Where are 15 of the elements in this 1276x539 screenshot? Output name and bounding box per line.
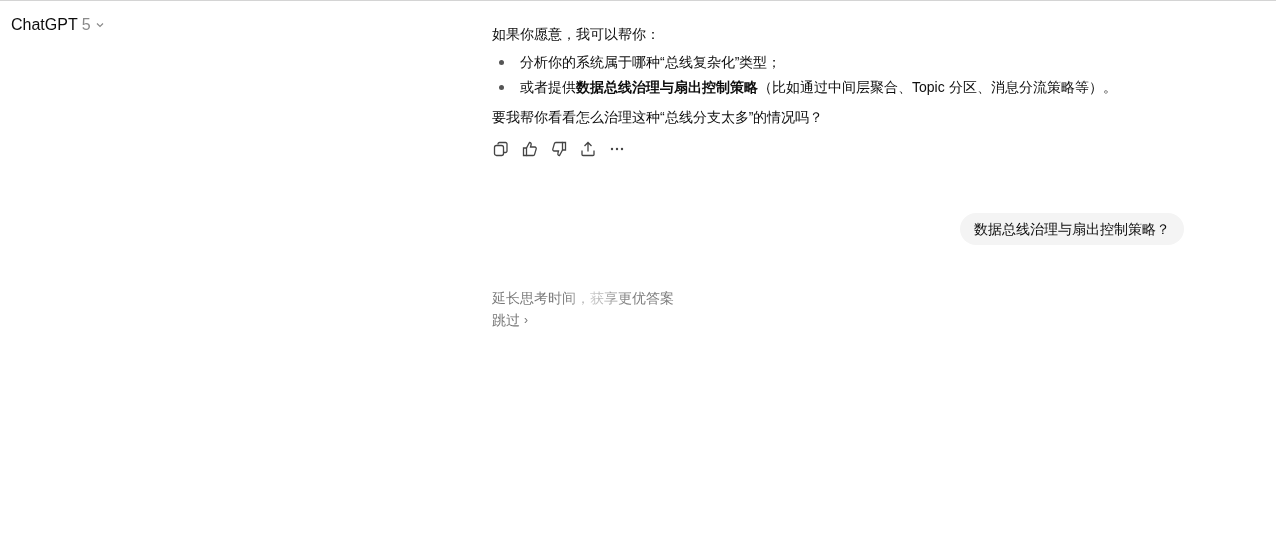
message-text: 如果你愿意，我可以帮你： xyxy=(492,25,661,44)
share-icon[interactable] xyxy=(580,141,596,157)
message-text: 要我帮你看看怎么治理这种“总线分支太多”的情况吗？ xyxy=(492,108,825,127)
model-name[interactable]: ChatGPT xyxy=(11,13,78,37)
chevron-down-icon[interactable] xyxy=(94,20,105,30)
thumbs-up-icon[interactable] xyxy=(522,141,538,157)
copy-icon[interactable] xyxy=(493,141,509,157)
bullet-icon xyxy=(499,85,504,90)
skip-link[interactable]: 跳过 › xyxy=(492,309,528,331)
thumbs-down-icon[interactable] xyxy=(551,141,567,157)
list-item-text: 或者提供数据总线治理与扇出控制策略（比如通过中间层聚合、Topic 分区、消息分流策略等）。 xyxy=(520,78,1117,97)
model-version[interactable]: 5 xyxy=(81,13,91,37)
bullet-icon xyxy=(499,60,504,65)
user-message-bubble: 数据总线治理与扇出控制策略？ xyxy=(960,213,1184,245)
list-item-text: 分析你的系统属于哪种“总线复杂化”类型； xyxy=(520,53,782,72)
